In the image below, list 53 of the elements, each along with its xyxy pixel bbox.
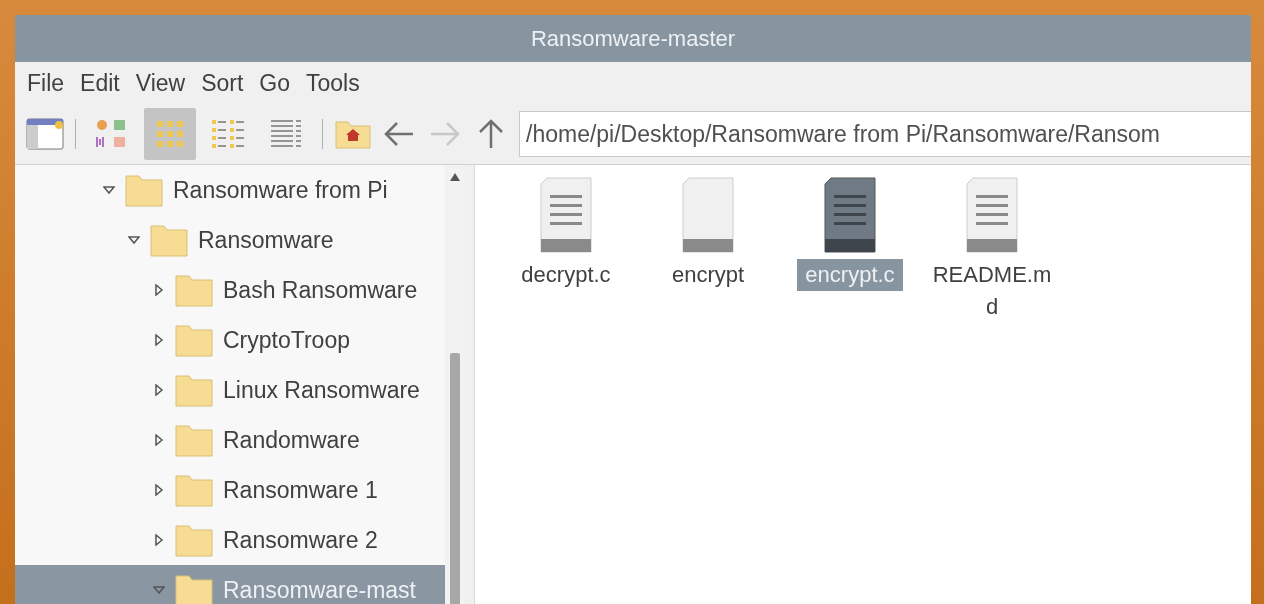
expander-icon[interactable] (128, 234, 140, 246)
tree-item[interactable]: Ransomware 1 (15, 465, 445, 515)
folder-icon (175, 423, 213, 457)
grid-entry[interactable]: README.md (921, 177, 1063, 323)
tree-item[interactable]: Ransomware from Pi (15, 165, 445, 215)
folder-icon (175, 323, 213, 357)
expander-icon[interactable] (153, 484, 165, 496)
tree-item[interactable]: Ransomware 2 (15, 515, 445, 565)
folder-icon (175, 573, 213, 604)
menu-item[interactable]: Sort (195, 69, 250, 97)
folder-icon (175, 273, 213, 307)
path-field[interactable]: /home/pi/Desktop/Ransomware from Pi/Ransomware/Ransom (519, 111, 1251, 157)
compact-view-icon (210, 117, 246, 151)
home-folder-icon (335, 119, 371, 149)
file-name: decrypt.c (520, 261, 612, 289)
tree-item[interactable]: Ransomware (15, 215, 445, 265)
text-file-icon (965, 177, 1019, 253)
grid-entry[interactable]: encrypt (637, 177, 779, 291)
sidebar-panel-icon (26, 118, 64, 150)
folder-icon (150, 223, 188, 257)
file-name: README.md (931, 261, 1053, 321)
file-name: encrypt (670, 261, 746, 289)
menu-item[interactable]: File (21, 69, 71, 97)
file-icon (681, 177, 735, 253)
tree-item[interactable]: Randomware (15, 415, 445, 465)
menu-item[interactable]: View (129, 69, 192, 97)
expander-icon[interactable] (103, 184, 115, 196)
grid-entry[interactable]: decrypt.c (495, 177, 637, 291)
menu-item[interactable]: Tools (300, 69, 366, 97)
text-file-icon (823, 177, 877, 253)
tree-item[interactable]: Bash Ransomware (15, 265, 445, 315)
back-arrow-icon (383, 120, 415, 148)
folder-icon (175, 473, 213, 507)
icon-view-icon (154, 118, 186, 150)
menu-item[interactable]: Go (253, 69, 296, 97)
folder-icon (175, 373, 213, 407)
folder-icon (125, 173, 163, 207)
tree-item[interactable]: CryptoTroop (15, 315, 445, 365)
menu-item[interactable]: Edit (74, 69, 126, 97)
folder-icon (175, 523, 213, 557)
expander-icon[interactable] (153, 384, 165, 396)
expander-icon[interactable] (153, 334, 165, 346)
up-arrow-icon (477, 118, 505, 150)
expander-icon[interactable] (153, 284, 165, 296)
text-file-icon (539, 177, 593, 253)
forward-arrow-icon (429, 120, 461, 148)
scrollbar-thumb[interactable] (450, 353, 460, 604)
expander-icon[interactable] (153, 434, 165, 446)
expander-icon[interactable] (153, 534, 165, 546)
scroll-up-icon[interactable] (450, 173, 460, 181)
window-title: Ransomware-master (530, 25, 736, 52)
file-name: encrypt.c (797, 259, 903, 291)
tree-item[interactable]: Linux Ransomware (15, 365, 445, 415)
